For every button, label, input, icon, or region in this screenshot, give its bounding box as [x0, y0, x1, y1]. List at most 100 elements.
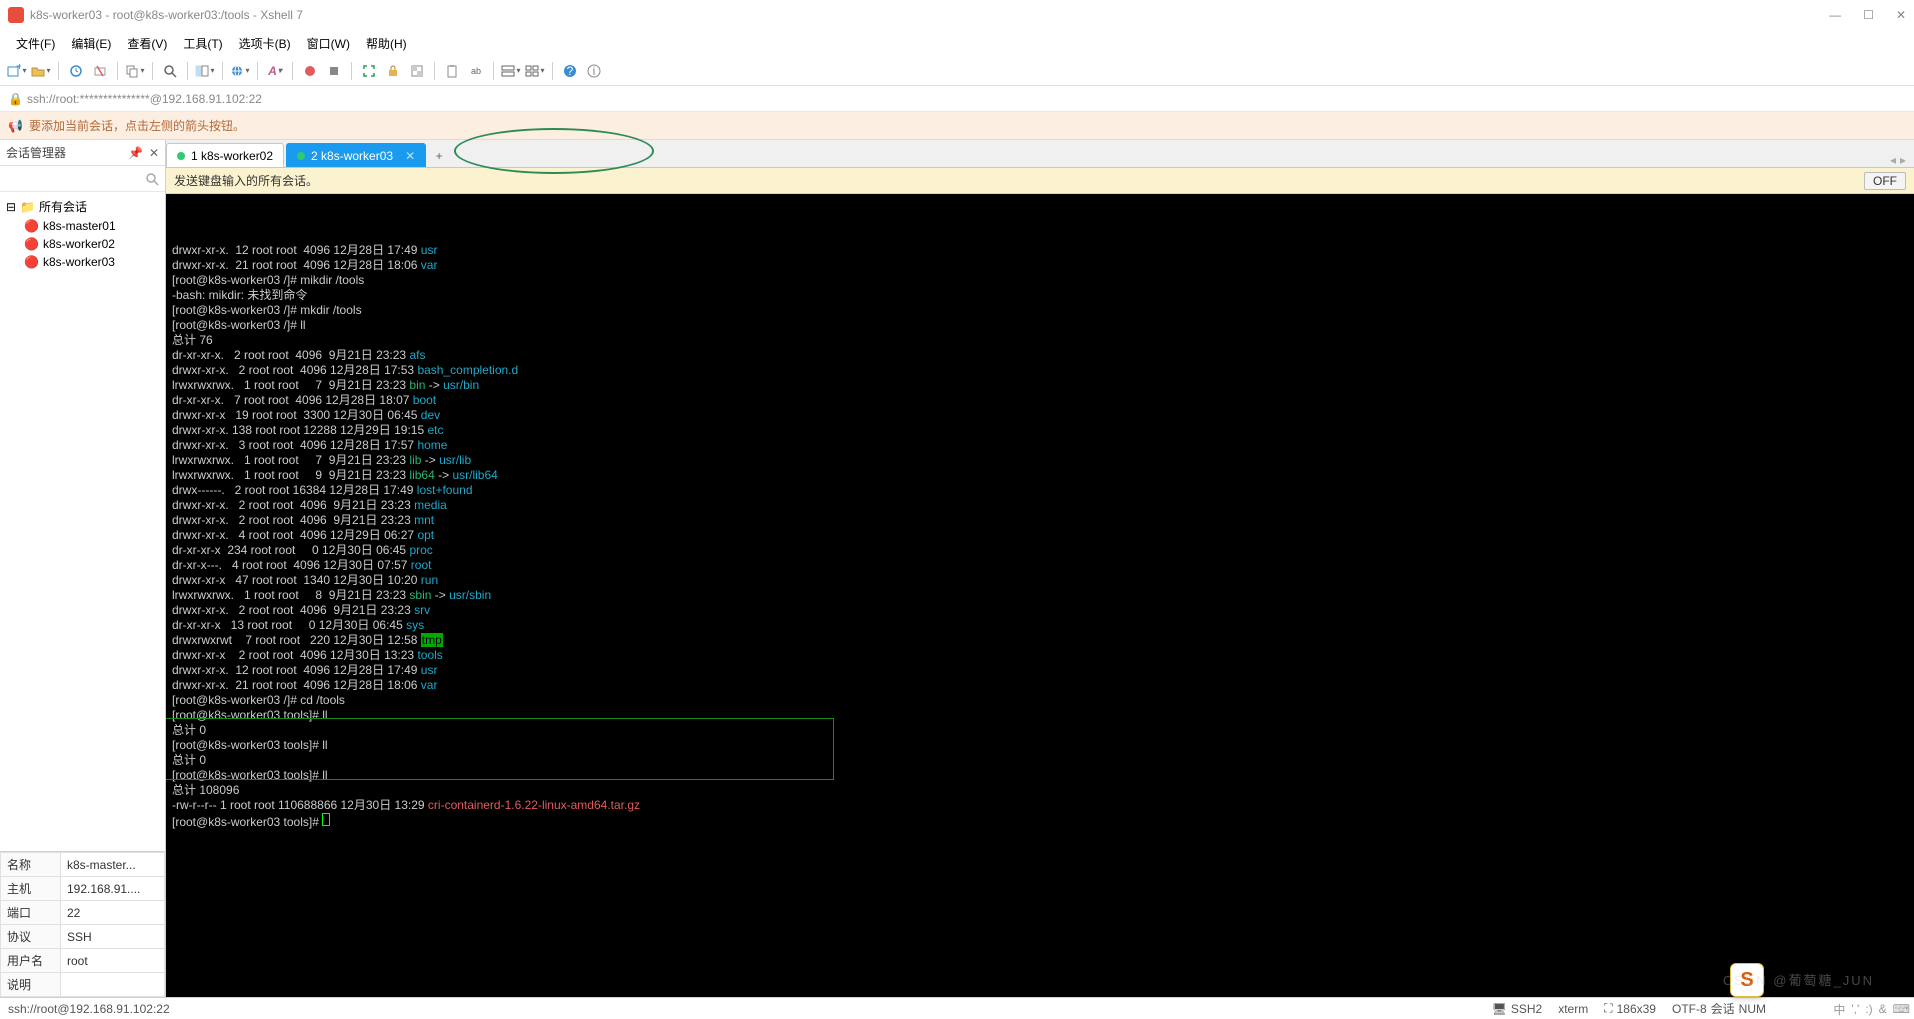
- svg-text:i: i: [593, 64, 596, 78]
- tree-root[interactable]: ⊟📁所有会话: [4, 196, 161, 217]
- tab[interactable]: 1 k8s-worker02: [166, 143, 284, 167]
- property-row: 说明: [1, 973, 165, 997]
- menu-item[interactable]: 编辑(E): [65, 33, 117, 54]
- ime-item[interactable]: &: [1879, 1002, 1887, 1016]
- pin-icon[interactable]: 📌: [128, 146, 143, 160]
- address-bar[interactable]: 🔒 ssh://root:***************@192.168.91.…: [0, 86, 1914, 112]
- separator: [222, 62, 223, 80]
- terminal-line: dr-xr-xr-x. 7 root root 4096 12月28日 18:0…: [172, 393, 1908, 408]
- ime-item[interactable]: ',': [1851, 1002, 1859, 1016]
- info-text: 要添加当前会话，点击左侧的箭头按钮。: [29, 117, 245, 134]
- globe-icon[interactable]: [229, 60, 251, 82]
- titlebar: k8s-worker03 - root@k8s-worker03:/tools …: [0, 0, 1914, 30]
- ime-item[interactable]: ⌨: [1893, 1002, 1910, 1016]
- property-row: 用户名root: [1, 949, 165, 973]
- minimize-button[interactable]: —: [1829, 8, 1841, 22]
- property-row: 协议SSH: [1, 925, 165, 949]
- status-term: xterm: [1558, 1002, 1588, 1016]
- sessions-panel-button[interactable]: [194, 60, 216, 82]
- terminal-line: [root@k8s-worker03 /]# mkdir /tools: [172, 303, 1908, 318]
- menu-item[interactable]: 选项卡(B): [233, 33, 297, 54]
- property-row: 主机192.168.91....: [1, 877, 165, 901]
- search-icon: [145, 172, 159, 186]
- status-dot-icon: [177, 152, 185, 160]
- terminal-line: drwxr-xr-x. 2 root root 4096 9月21日 23:23…: [172, 603, 1908, 618]
- terminal-line: drwxr-xr-x 19 root root 3300 12月30日 06:4…: [172, 408, 1908, 423]
- property-row: 端口22: [1, 901, 165, 925]
- tab[interactable]: 2 k8s-worker03✕: [286, 143, 426, 167]
- separator: [187, 62, 188, 80]
- broadcast-text: 发送键盘输入的所有会话。: [174, 172, 318, 189]
- ascii-icon[interactable]: ab: [465, 60, 487, 82]
- open-session-button[interactable]: [30, 60, 52, 82]
- terminal-line: drwxr-xr-x. 138 root root 12288 12月29日 1…: [172, 423, 1908, 438]
- menu-item[interactable]: 窗口(W): [301, 33, 356, 54]
- stop-button[interactable]: [323, 60, 345, 82]
- tree-session[interactable]: 🔴k8s-worker02: [4, 235, 161, 253]
- terminal-line: 总计 0: [172, 723, 1908, 738]
- prev-tab-icon[interactable]: ◂: [1890, 153, 1896, 167]
- separator: [351, 62, 352, 80]
- terminal-line: drwxr-xr-x 2 root root 4096 12月30日 13:23…: [172, 648, 1908, 663]
- terminal-line: 总计 0: [172, 753, 1908, 768]
- separator: [552, 62, 553, 80]
- terminal-line: drwxr-xr-x. 2 root root 4096 9月21日 23:23…: [172, 498, 1908, 513]
- separator: [434, 62, 435, 80]
- sidebar-search[interactable]: [0, 166, 165, 192]
- close-icon[interactable]: ✕: [149, 146, 159, 160]
- lock-icon[interactable]: [382, 60, 404, 82]
- tree-session[interactable]: 🔴k8s-worker03: [4, 253, 161, 271]
- cursor: [322, 813, 330, 826]
- new-session-button[interactable]: +: [6, 60, 28, 82]
- terminal-line: drwxr-xr-x. 21 root root 4096 12月28日 18:…: [172, 678, 1908, 693]
- grid-split-icon[interactable]: [524, 60, 546, 82]
- broadcast-off-button[interactable]: OFF: [1864, 172, 1906, 190]
- fullscreen-icon[interactable]: [358, 60, 380, 82]
- disconnect-button[interactable]: [89, 60, 111, 82]
- record-button[interactable]: [299, 60, 321, 82]
- maximize-button[interactable]: ☐: [1863, 8, 1874, 22]
- menu-item[interactable]: 文件(F): [10, 33, 61, 54]
- svg-text:+: +: [16, 64, 21, 73]
- close-icon[interactable]: ✕: [405, 149, 415, 163]
- transparent-icon[interactable]: [406, 60, 428, 82]
- terminal[interactable]: drwxr-xr-x. 12 root root 4096 12月28日 17:…: [166, 194, 1914, 997]
- terminal-line: [root@k8s-worker03 /]# mikdir /tools: [172, 273, 1908, 288]
- ime-bar[interactable]: 中 ',':)&⌨: [1833, 999, 1910, 1019]
- terminal-line: drwxr-xr-x. 2 root root 4096 9月21日 23:23…: [172, 513, 1908, 528]
- info-icon[interactable]: i: [583, 60, 605, 82]
- tree-session[interactable]: 🔴k8s-master01: [4, 217, 161, 235]
- status-dot-icon: [297, 152, 305, 160]
- copy-button[interactable]: [124, 60, 146, 82]
- terminal-line: [root@k8s-worker03 /]# cd /tools: [172, 693, 1908, 708]
- horizontal-split-icon[interactable]: [500, 60, 522, 82]
- address-text: ssh://root:***************@192.168.91.10…: [27, 92, 262, 106]
- status-encoding: OTF-8 会话 NUM: [1672, 1000, 1766, 1017]
- terminal-line: lrwxrwxrwx. 1 root root 7 9月21日 23:23 bi…: [172, 378, 1908, 393]
- terminal-line: drwxr-xr-x 47 root root 1340 12月30日 10:2…: [172, 573, 1908, 588]
- sogou-ime-icon[interactable]: S: [1730, 963, 1764, 997]
- reconnect-button[interactable]: [65, 60, 87, 82]
- terminal-line: drwxr-xr-x. 4 root root 4096 12月29日 06:2…: [172, 528, 1908, 543]
- svg-text:?: ?: [567, 64, 574, 78]
- search-icon[interactable]: [159, 60, 181, 82]
- help-icon[interactable]: ?: [559, 60, 581, 82]
- menu-item[interactable]: 工具(T): [177, 33, 228, 54]
- terminal-line: drwx------. 2 root root 16384 12月28日 17:…: [172, 483, 1908, 498]
- next-tab-icon[interactable]: ▸: [1900, 153, 1906, 167]
- terminal-line: [root@k8s-worker03 tools]#: [172, 813, 1908, 830]
- terminal-line: -bash: mikdir: 未找到命令: [172, 288, 1908, 303]
- close-button[interactable]: ✕: [1896, 8, 1906, 22]
- font-icon[interactable]: A: [264, 60, 286, 82]
- terminal-line: dr-xr-x---. 4 root root 4096 12月30日 07:5…: [172, 558, 1908, 573]
- paste-icon[interactable]: [441, 60, 463, 82]
- menu-item[interactable]: 查看(V): [121, 33, 173, 54]
- separator: [152, 62, 153, 80]
- status-ssh: 🖥 SSH2: [1492, 1002, 1543, 1016]
- menu-item[interactable]: 帮助(H): [360, 33, 413, 54]
- add-tab-button[interactable]: +: [428, 145, 450, 167]
- ime-item[interactable]: 中: [1833, 1001, 1845, 1018]
- separator: [58, 62, 59, 80]
- ime-item[interactable]: :): [1865, 1002, 1872, 1016]
- content-area: 1 k8s-worker022 k8s-worker03✕+ ◂ ▸ 发送键盘输入…: [166, 140, 1914, 997]
